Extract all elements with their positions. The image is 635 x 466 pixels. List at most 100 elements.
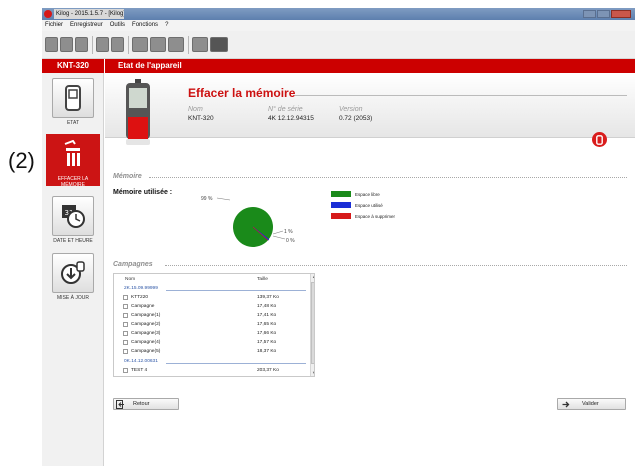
scroll-up-icon[interactable]: ▲: [312, 275, 314, 279]
legend-swatch: [331, 202, 351, 208]
sidebar-tile: [52, 253, 94, 293]
info-label: Version: [339, 106, 363, 113]
row-checkbox[interactable]: [123, 322, 128, 327]
legend-label: Espace à supprimer: [355, 213, 396, 219]
sidebar-item-label: ETAT: [66, 120, 80, 126]
download-update-icon: [61, 261, 85, 284]
sidebar-item-label: DATE ET HEURE: [53, 238, 93, 244]
pie-label-used: 1 %: [284, 229, 293, 235]
row-name: TEST 4: [131, 368, 148, 373]
logger-device-icon: [65, 85, 81, 111]
section-divider: [149, 177, 627, 178]
row-name: Campagne(5): [131, 349, 161, 354]
menu-fonctions[interactable]: Fonctions: [132, 20, 158, 31]
page-title: Effacer la mémoire: [188, 86, 296, 100]
minimize-button[interactable]: [583, 10, 596, 18]
sidebar-header: KNT-320: [42, 59, 104, 73]
sidebar-item-date-heure[interactable]: 31 DATE ET HEURE: [46, 196, 100, 248]
info-value: 4K 12.12.94315: [268, 115, 314, 122]
back-button[interactable]: Retour: [113, 398, 179, 410]
save-icon[interactable]: [60, 37, 73, 52]
window-title: Kilog - 2015.1.5.7 - [Kilog]: [54, 9, 124, 19]
toolbar: [42, 31, 635, 59]
scroll-down-icon[interactable]: ▼: [312, 371, 314, 375]
sidebar-item-mise-a-jour[interactable]: MISE À JOUR: [46, 253, 100, 305]
tools-icon[interactable]: [192, 37, 208, 52]
campaigns-section-title: Campagnes: [113, 261, 153, 268]
row-checkbox[interactable]: [123, 313, 128, 318]
close-button[interactable]: [611, 10, 631, 18]
info-value: 0.72 (2053): [339, 115, 373, 122]
rtc-database-icon[interactable]: [210, 37, 228, 52]
sidebar-item-etat[interactable]: ETAT: [46, 78, 100, 130]
device-banner: Effacer la mémoire Nom KNT-320 N° de sér…: [105, 73, 635, 145]
logger-device-image: [126, 79, 150, 145]
table-row[interactable]: Campagne(4) 17,57 Ko: [114, 339, 309, 348]
row-name: Campagne: [131, 304, 155, 309]
scroll-thumb[interactable]: [311, 282, 314, 364]
export-icon[interactable]: [168, 37, 184, 52]
menu-enregistreur[interactable]: Enregistreur: [70, 20, 103, 31]
validate-button[interactable]: Valider: [557, 398, 626, 410]
logger-status-icon: [592, 132, 607, 147]
legend-label: Espace utilisé: [355, 202, 383, 208]
pie-label-free: 99 %: [201, 196, 213, 202]
trash-erase-icon: [64, 140, 80, 166]
table-row[interactable]: Campagne(5) 18,37 Ko: [114, 348, 309, 357]
sidebar-tile: 31: [52, 196, 94, 236]
toolbar-separator: [92, 36, 93, 54]
sidebar-tile: [52, 78, 94, 118]
row-name: Campagne(1): [131, 313, 161, 318]
zoom-icon[interactable]: [96, 37, 109, 52]
section-divider: [165, 265, 627, 266]
info-nom: Nom KNT-320: [188, 106, 214, 122]
annotation-label: (2): [8, 148, 35, 173]
legend-item-used: Espace utilisé: [331, 202, 383, 208]
row-checkbox[interactable]: [123, 304, 128, 309]
table-row[interactable]: TEST 4 203,37 Ko: [114, 367, 309, 376]
main-panel: Etat de l'appareil Effacer la mémoire No…: [105, 59, 635, 466]
menu-fichier[interactable]: Fichier: [45, 20, 63, 31]
menu-bar: Fichier Enregistreur Outils Fonctions ?: [42, 20, 635, 31]
menu-help[interactable]: ?: [165, 20, 168, 31]
configure-logger-icon[interactable]: [150, 37, 166, 52]
row-size: 17,41 Ko: [257, 313, 277, 318]
row-checkbox[interactable]: [123, 340, 128, 345]
title-bar: Kilog - 2015.1.5.7 - [Kilog]: [42, 8, 635, 20]
print-preview-icon[interactable]: [75, 37, 88, 52]
row-checkbox[interactable]: [123, 368, 128, 373]
row-checkbox[interactable]: [123, 331, 128, 336]
column-header-size: Taille: [257, 277, 268, 282]
table-row[interactable]: Campagne(1) 17,41 Ko: [114, 312, 309, 321]
group-name: 0K.14.12.00631: [124, 359, 158, 364]
group-name: 2K.15.09.99999: [124, 286, 158, 291]
menu-outils[interactable]: Outils: [110, 20, 125, 31]
title-divider: [295, 95, 627, 96]
table-row[interactable]: Campagne(2) 17,65 Ko: [114, 321, 309, 330]
new-file-icon[interactable]: [45, 37, 58, 52]
table-row[interactable]: KTT220 139,37 Ko: [114, 294, 309, 303]
print-icon[interactable]: [111, 37, 124, 52]
row-checkbox[interactable]: [123, 295, 128, 300]
table-scrollbar[interactable]: ▲ ▼: [310, 274, 314, 376]
download-data-icon[interactable]: [132, 37, 148, 52]
validate-button-label: Valider: [582, 401, 599, 407]
row-name: Campagne(3): [131, 331, 161, 336]
memory-section-title: Mémoire: [113, 173, 142, 180]
info-label: Nom: [188, 106, 203, 113]
pie-label-delete: 0 %: [286, 238, 295, 244]
table-row[interactable]: Campagne(3) 17,66 Ko: [114, 330, 309, 339]
legend-swatch: [331, 191, 351, 197]
exit-arrow-icon: [116, 400, 124, 409]
sidebar-item-effacer[interactable]: EFFACER LA MÉMOIRE: [46, 134, 100, 188]
memory-pie-chart: 99 % 1 % 0 %: [201, 196, 295, 247]
toolbar-separator: [128, 36, 129, 54]
row-name: Campagne(4): [131, 340, 161, 345]
row-size: 17,65 Ko: [257, 322, 277, 327]
maximize-button[interactable]: [597, 10, 610, 18]
row-name: Campagne(2): [131, 322, 161, 327]
row-name: KTT220: [131, 295, 149, 300]
group-row: 0K.14.12.00631: [114, 358, 309, 367]
table-row[interactable]: Campagne 17,48 Ko: [114, 303, 309, 312]
row-checkbox[interactable]: [123, 349, 128, 354]
